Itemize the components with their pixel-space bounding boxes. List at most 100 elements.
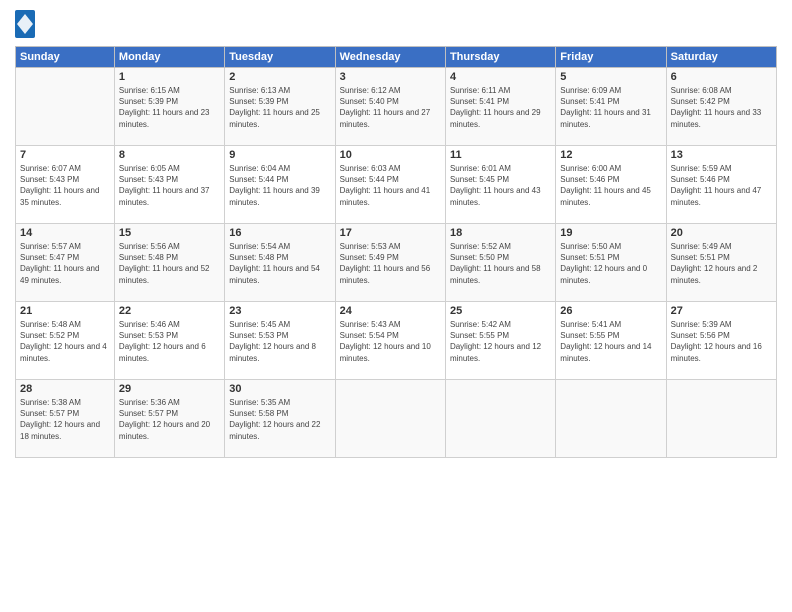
day-cell: 30Sunrise: 5:35 AMSunset: 5:58 PMDayligh… (225, 380, 335, 458)
day-number: 20 (671, 227, 772, 239)
day-number: 18 (450, 227, 551, 239)
day-info: Sunrise: 6:04 AMSunset: 5:44 PMDaylight:… (229, 163, 330, 208)
day-info: Sunrise: 6:09 AMSunset: 5:41 PMDaylight:… (560, 85, 661, 130)
header-row: SundayMondayTuesdayWednesdayThursdayFrid… (16, 47, 777, 68)
day-cell: 10 Sunrise: 6:03 AMSunset: 5:44 PMDayligh… (335, 146, 445, 224)
day-number: 24 (340, 305, 441, 317)
day-number: 19 (560, 227, 661, 239)
day-cell: 23 Sunrise: 5:45 AMSunset: 5:53 PMDayligh… (225, 302, 335, 380)
day-header-monday: Monday (114, 47, 224, 68)
week-row-4: 21 Sunrise: 5:48 AMSunset: 5:52 PMDayligh… (16, 302, 777, 380)
week-row-5: 28Sunrise: 5:38 AMSunset: 5:57 PMDayligh… (16, 380, 777, 458)
day-info: Sunrise: 5:53 AMSunset: 5:49 PMDaylight:… (340, 241, 441, 286)
day-number: 10 (340, 149, 441, 161)
day-cell: 20 Sunrise: 5:49 AMSunset: 5:51 PMDayligh… (666, 224, 776, 302)
day-info: Sunrise: 5:48 AMSunset: 5:52 PMDaylight:… (20, 319, 110, 364)
day-number: 7 (20, 149, 110, 161)
day-number: 5 (560, 71, 661, 83)
day-info: Sunrise: 5:56 AMSunset: 5:48 PMDaylight:… (119, 241, 220, 286)
day-cell: 28Sunrise: 5:38 AMSunset: 5:57 PMDayligh… (16, 380, 115, 458)
day-cell: 4 Sunrise: 6:11 AMSunset: 5:41 PMDaylight… (445, 68, 555, 146)
day-cell: 15 Sunrise: 5:56 AMSunset: 5:48 PMDayligh… (114, 224, 224, 302)
day-number: 1 (119, 71, 220, 83)
day-cell: 12Sunrise: 6:00 AMSunset: 5:46 PMDayligh… (556, 146, 666, 224)
day-info: Sunrise: 6:08 AMSunset: 5:42 PMDaylight:… (671, 85, 772, 130)
day-cell: 6 Sunrise: 6:08 AMSunset: 5:42 PMDaylight… (666, 68, 776, 146)
day-number: 12 (560, 149, 661, 161)
day-cell: 29 Sunrise: 5:36 AMSunset: 5:57 PMDayligh… (114, 380, 224, 458)
day-header-thursday: Thursday (445, 47, 555, 68)
day-cell: 14 Sunrise: 5:57 AMSunset: 5:47 PMDayligh… (16, 224, 115, 302)
day-cell: 9 Sunrise: 6:04 AMSunset: 5:44 PMDaylight… (225, 146, 335, 224)
day-cell: 2Sunrise: 6:13 AMSunset: 5:39 PMDaylight… (225, 68, 335, 146)
logo-icon (15, 10, 35, 38)
day-cell (445, 380, 555, 458)
day-cell: 27 Sunrise: 5:39 AMSunset: 5:56 PMDayligh… (666, 302, 776, 380)
day-info: Sunrise: 6:03 AMSunset: 5:44 PMDaylight:… (340, 163, 441, 208)
day-cell (556, 380, 666, 458)
day-info: Sunrise: 5:43 AMSunset: 5:54 PMDaylight:… (340, 319, 441, 364)
day-number: 15 (119, 227, 220, 239)
day-number: 16 (229, 227, 330, 239)
day-number: 26 (560, 305, 661, 317)
week-row-2: 7 Sunrise: 6:07 AMSunset: 5:43 PMDaylight… (16, 146, 777, 224)
day-number: 3 (340, 71, 441, 83)
day-info: Sunrise: 5:59 AMSunset: 5:46 PMDaylight:… (671, 163, 772, 208)
day-cell: 11Sunrise: 6:01 AMSunset: 5:45 PMDayligh… (445, 146, 555, 224)
day-cell: 21 Sunrise: 5:48 AMSunset: 5:52 PMDayligh… (16, 302, 115, 380)
day-info: Sunrise: 6:07 AMSunset: 5:43 PMDaylight:… (20, 163, 110, 208)
day-number: 21 (20, 305, 110, 317)
day-number: 11 (450, 149, 551, 161)
day-info: Sunrise: 5:57 AMSunset: 5:47 PMDaylight:… (20, 241, 110, 286)
day-number: 9 (229, 149, 330, 161)
day-info: Sunrise: 5:42 AMSunset: 5:55 PMDaylight:… (450, 319, 551, 364)
day-header-sunday: Sunday (16, 47, 115, 68)
day-cell: 13 Sunrise: 5:59 AMSunset: 5:46 PMDayligh… (666, 146, 776, 224)
day-cell: 17 Sunrise: 5:53 AMSunset: 5:49 PMDayligh… (335, 224, 445, 302)
day-cell: 24 Sunrise: 5:43 AMSunset: 5:54 PMDayligh… (335, 302, 445, 380)
day-cell: 25 Sunrise: 5:42 AMSunset: 5:55 PMDayligh… (445, 302, 555, 380)
day-cell: 19 Sunrise: 5:50 AMSunset: 5:51 PMDayligh… (556, 224, 666, 302)
day-cell: 16 Sunrise: 5:54 AMSunset: 5:48 PMDayligh… (225, 224, 335, 302)
day-number: 2 (229, 71, 330, 83)
day-cell: 18 Sunrise: 5:52 AMSunset: 5:50 PMDayligh… (445, 224, 555, 302)
day-number: 4 (450, 71, 551, 83)
day-cell (335, 380, 445, 458)
day-number: 25 (450, 305, 551, 317)
day-number: 13 (671, 149, 772, 161)
week-row-1: 1 Sunrise: 6:15 AMSunset: 5:39 PMDaylight… (16, 68, 777, 146)
day-cell (16, 68, 115, 146)
day-cell: 1 Sunrise: 6:15 AMSunset: 5:39 PMDaylight… (114, 68, 224, 146)
day-number: 6 (671, 71, 772, 83)
day-number: 29 (119, 383, 220, 395)
day-number: 22 (119, 305, 220, 317)
day-info: Sunrise: 5:50 AMSunset: 5:51 PMDaylight:… (560, 241, 661, 286)
day-info: Sunrise: 5:38 AMSunset: 5:57 PMDaylight:… (20, 397, 110, 442)
day-info: Sunrise: 5:52 AMSunset: 5:50 PMDaylight:… (450, 241, 551, 286)
day-number: 23 (229, 305, 330, 317)
day-cell: 5 Sunrise: 6:09 AMSunset: 5:41 PMDaylight… (556, 68, 666, 146)
day-header-wednesday: Wednesday (335, 47, 445, 68)
day-info: Sunrise: 5:49 AMSunset: 5:51 PMDaylight:… (671, 241, 772, 286)
day-number: 17 (340, 227, 441, 239)
day-number: 14 (20, 227, 110, 239)
week-row-3: 14 Sunrise: 5:57 AMSunset: 5:47 PMDayligh… (16, 224, 777, 302)
day-header-friday: Friday (556, 47, 666, 68)
day-info: Sunrise: 6:15 AMSunset: 5:39 PMDaylight:… (119, 85, 220, 130)
day-number: 8 (119, 149, 220, 161)
day-info: Sunrise: 5:39 AMSunset: 5:56 PMDaylight:… (671, 319, 772, 364)
day-info: Sunrise: 6:11 AMSunset: 5:41 PMDaylight:… (450, 85, 551, 130)
day-info: Sunrise: 5:41 AMSunset: 5:55 PMDaylight:… (560, 319, 661, 364)
day-cell: 3Sunrise: 6:12 AMSunset: 5:40 PMDaylight… (335, 68, 445, 146)
page: SundayMondayTuesdayWednesdayThursdayFrid… (0, 0, 792, 612)
day-cell: 7 Sunrise: 6:07 AMSunset: 5:43 PMDaylight… (16, 146, 115, 224)
day-cell: 26 Sunrise: 5:41 AMSunset: 5:55 PMDayligh… (556, 302, 666, 380)
header (15, 10, 777, 38)
day-info: Sunrise: 5:36 AMSunset: 5:57 PMDaylight:… (119, 397, 220, 442)
logo (15, 10, 39, 38)
day-number: 27 (671, 305, 772, 317)
day-header-tuesday: Tuesday (225, 47, 335, 68)
day-info: Sunrise: 5:54 AMSunset: 5:48 PMDaylight:… (229, 241, 330, 286)
day-cell: 22Sunrise: 5:46 AMSunset: 5:53 PMDayligh… (114, 302, 224, 380)
day-info: Sunrise: 5:45 AMSunset: 5:53 PMDaylight:… (229, 319, 330, 364)
